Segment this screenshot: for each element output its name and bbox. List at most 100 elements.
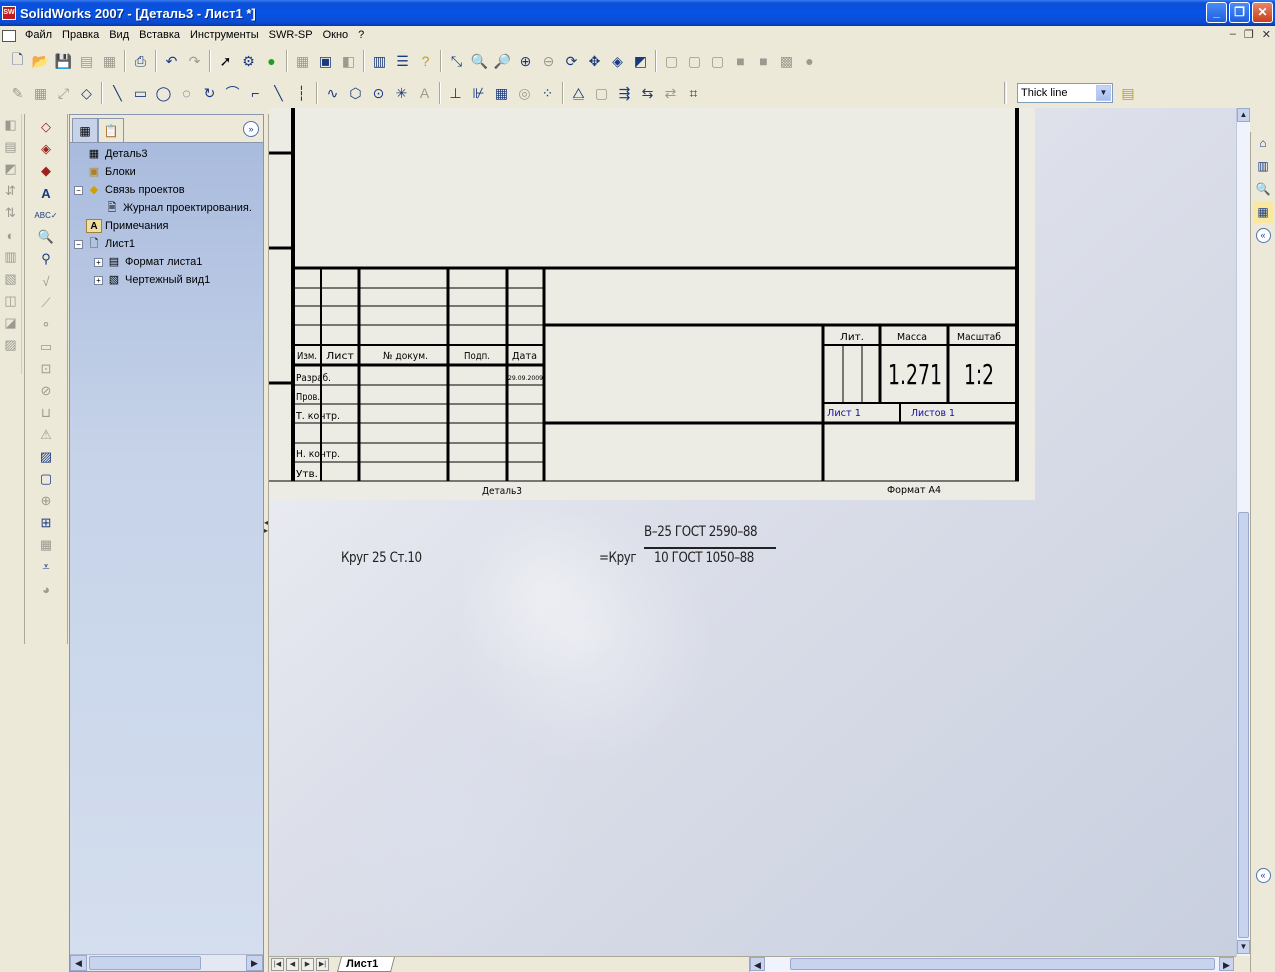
hidden-lines-icon[interactable]: ▢: [684, 50, 706, 72]
note-icon[interactable]: A: [35, 182, 57, 204]
next-sheet-icon[interactable]: ▶: [301, 958, 314, 971]
area-hatch-icon[interactable]: ▨: [35, 446, 57, 468]
construction-line-icon[interactable]: ┆: [291, 82, 313, 104]
view-palette-pane-icon[interactable]: ▦: [1253, 201, 1273, 223]
tree-node-blocks[interactable]: ▣ Блоки: [74, 163, 263, 181]
mdi-restore-button[interactable]: ❐: [1244, 28, 1254, 41]
menu-window[interactable]: Окно: [318, 26, 354, 45]
feature-tree-tab[interactable]: ▦: [72, 118, 98, 142]
view-orientation-icon[interactable]: ◈: [607, 50, 629, 72]
undo-icon[interactable]: ↶: [161, 50, 183, 72]
balloon-icon[interactable]: 🔍: [35, 226, 57, 248]
menu-file[interactable]: Файл: [20, 26, 57, 45]
offset-icon[interactable]: ▢: [591, 82, 613, 104]
alternate-view-icon[interactable]: ◫: [0, 290, 22, 312]
menu-view[interactable]: Вид: [104, 26, 134, 45]
tree-node-design-binder[interactable]: − ◆ Связь проектов: [74, 181, 263, 199]
broken-view-icon[interactable]: ▥: [0, 246, 22, 268]
zoom-area-icon[interactable]: 🔎: [492, 50, 514, 72]
document-system-icon[interactable]: [2, 29, 16, 42]
properties-icon[interactable]: ☰: [392, 50, 414, 72]
model-view-icon[interactable]: ▣: [315, 50, 337, 72]
spell-check-icon[interactable]: ABC✓: [34, 204, 57, 226]
mdi-close-button[interactable]: ✕: [1262, 28, 1271, 41]
extend-icon[interactable]: ⊮: [468, 82, 490, 104]
centerline-icon[interactable]: ╲: [268, 82, 290, 104]
zoom-fit-icon[interactable]: 🔍: [469, 50, 491, 72]
centerline-annot-icon[interactable]: ⊞: [35, 512, 57, 534]
geometric-tolerance-icon[interactable]: ▭: [35, 336, 57, 358]
property-manager-tab[interactable]: 📋: [98, 118, 124, 142]
material-note-left[interactable]: Круг 25 Ст.10: [341, 550, 422, 566]
layer-properties-icon[interactable]: ▤: [1117, 82, 1139, 104]
rectangle-icon[interactable]: ▭: [130, 82, 152, 104]
home-icon[interactable]: ⌂: [1253, 132, 1273, 154]
save-icon[interactable]: 💾: [53, 50, 75, 72]
traffic-light-icon[interactable]: ●: [261, 50, 283, 72]
menu-tools[interactable]: Инструменты: [185, 26, 264, 45]
sketch-grid-icon[interactable]: ▦: [30, 82, 52, 104]
feature-tree-hscrollbar[interactable]: ◀ ▶: [70, 954, 263, 971]
splitter-grip-icon[interactable]: ◂ ▸: [264, 519, 268, 535]
smart-dimension-disabled-icon[interactable]: ⤢: [53, 82, 75, 104]
detail-view-icon[interactable]: ◐: [0, 224, 22, 246]
shaded-icon[interactable]: ■: [753, 50, 775, 72]
datum-feature-icon[interactable]: ⊡: [35, 358, 57, 380]
menu-swr-sp[interactable]: SWR-SP: [264, 26, 318, 45]
spline-icon[interactable]: ∿: [322, 82, 344, 104]
make-assembly-icon[interactable]: ▦: [99, 50, 121, 72]
zoom-selection-icon[interactable]: ⊖: [538, 50, 560, 72]
tab-sheet1[interactable]: Лист1: [336, 957, 396, 972]
tree-node-drawing-view[interactable]: + ▧ Чертежный вид1: [74, 271, 263, 289]
graphics-hscrollbar[interactable]: ◀ ▶: [749, 957, 1234, 972]
display-style-icon[interactable]: ◩: [630, 50, 652, 72]
expand-toggle[interactable]: +: [94, 275, 103, 285]
prev-sheet-icon[interactable]: ◀: [286, 958, 299, 971]
relative-view-icon[interactable]: ◪: [0, 312, 22, 334]
auto-balloon-icon[interactable]: ⚲: [35, 248, 57, 270]
collapse-toggle[interactable]: −: [74, 239, 83, 249]
projected-view-icon[interactable]: ◩: [0, 158, 22, 180]
mirror-icon[interactable]: ⧋: [568, 82, 590, 104]
realview-icon[interactable]: ●: [799, 50, 821, 72]
predefined-view-icon[interactable]: ▨: [0, 334, 22, 356]
tree-node-drawing[interactable]: ▦ Деталь3: [74, 145, 263, 163]
autodimension-icon[interactable]: ◆: [35, 160, 57, 182]
tangent-arc-icon[interactable]: ↻: [199, 82, 221, 104]
scroll-thumb[interactable]: [1238, 512, 1249, 938]
zoom-in-out-icon[interactable]: ⊕: [515, 50, 537, 72]
three-point-arc-icon[interactable]: ⌒: [222, 82, 244, 104]
table-icon[interactable]: ▦: [35, 534, 57, 556]
center-mark-icon[interactable]: ⊕: [35, 490, 57, 512]
expand-pane-icon[interactable]: «: [1255, 868, 1271, 883]
new-file-icon[interactable]: 🗋: [7, 50, 29, 72]
datum-target-icon[interactable]: ⊘: [35, 380, 57, 402]
sketch-icon[interactable]: ✎: [7, 82, 29, 104]
line-thickness-select[interactable]: Thick line ▼: [1017, 83, 1113, 103]
scroll-left-icon[interactable]: ◀: [70, 955, 87, 971]
dots-pattern-icon[interactable]: ⁘: [537, 82, 559, 104]
copy-entities-icon[interactable]: ⇄: [660, 82, 682, 104]
modify-sketch-icon[interactable]: ⌗: [683, 82, 705, 104]
graphics-area[interactable]: Изм. Лист № докум. Подп. Дата Разраб. 29…: [269, 108, 1236, 956]
sketch-text-icon[interactable]: A: [414, 82, 436, 104]
weld-symbol-icon[interactable]: ⟋: [35, 292, 57, 314]
scroll-right-icon[interactable]: ▶: [246, 955, 263, 971]
cosmetic-thread-icon[interactable]: ⊔: [35, 402, 57, 424]
menu-edit[interactable]: Правка: [57, 26, 104, 45]
linear-pattern-icon[interactable]: ▦: [491, 82, 513, 104]
scroll-right-icon[interactable]: ▶: [1219, 957, 1234, 971]
model-items-icon[interactable]: ◈: [35, 138, 57, 160]
rebuild-icon[interactable]: ⚙: [238, 50, 260, 72]
tree-node-sheet-format[interactable]: + ▤ Формат листа1: [74, 253, 263, 271]
surface-finish-icon[interactable]: √: [35, 270, 57, 292]
help-icon[interactable]: ?: [415, 50, 437, 72]
point-icon[interactable]: ✳: [391, 82, 413, 104]
chevron-down-icon[interactable]: ▼: [1096, 85, 1111, 101]
move-entities-icon[interactable]: ⇶: [614, 82, 636, 104]
scale-entities-icon[interactable]: ⇆: [637, 82, 659, 104]
solidworks-app-icon[interactable]: SW: [2, 6, 16, 20]
scroll-thumb[interactable]: [790, 958, 1215, 970]
collapse-pane-icon[interactable]: «: [1255, 228, 1271, 243]
pan-icon[interactable]: ✥: [584, 50, 606, 72]
